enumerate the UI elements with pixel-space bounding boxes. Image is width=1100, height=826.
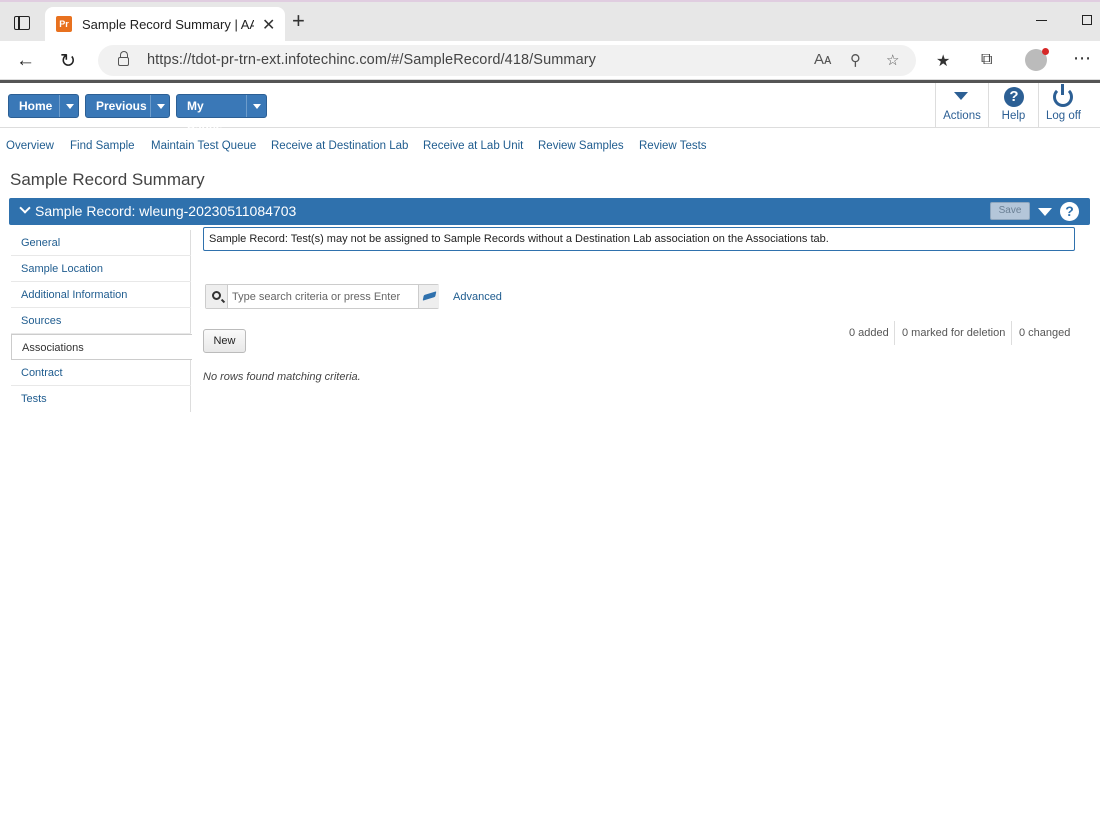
- added-count: 0 added: [849, 327, 889, 339]
- new-button[interactable]: New: [203, 329, 246, 353]
- tab-bar-top-strip: [0, 0, 1100, 2]
- count-divider: [1011, 321, 1012, 345]
- actions-caret-icon: [954, 92, 968, 100]
- menu-link-receive-destination-lab[interactable]: Receive at Destination Lab: [271, 140, 408, 152]
- home-button[interactable]: Home: [8, 94, 79, 118]
- count-divider: [894, 321, 895, 345]
- panel-actions-dropdown-icon[interactable]: [1038, 208, 1052, 216]
- save-button[interactable]: Save: [990, 202, 1030, 220]
- app-header: Home Previous My Pages Actions ? Help Lo…: [0, 83, 1100, 135]
- changed-count: 0 changed: [1019, 327, 1071, 339]
- advanced-search-link[interactable]: Advanced: [453, 291, 502, 303]
- sidenav-item-tests[interactable]: Tests: [11, 386, 191, 412]
- new-tab-icon[interactable]: +: [292, 10, 305, 32]
- sidenav-item-associations[interactable]: Associations: [11, 334, 192, 360]
- url-field[interactable]: https://tdot-pr-trn-ext.infotechinc.com/…: [98, 45, 916, 76]
- menu-link-review-samples[interactable]: Review Samples: [538, 140, 624, 152]
- lock-icon[interactable]: [118, 51, 129, 66]
- collections-icon[interactable]: ⧉: [981, 51, 992, 69]
- browser-tab-bar: Pr Sample Record Summary | AASH ✕ +: [0, 0, 1100, 41]
- site-favicon-icon: Pr: [56, 16, 72, 32]
- browser-tab-active[interactable]: Pr Sample Record Summary | AASH ✕: [45, 7, 285, 41]
- deleted-count: 0 marked for deletion: [902, 327, 1006, 339]
- browser-address-bar: ← ↻ https://tdot-pr-trn-ext.infotechinc.…: [0, 41, 1100, 80]
- chevron-down-icon[interactable]: [19, 202, 31, 214]
- panel-help-icon[interactable]: ?: [1060, 202, 1079, 221]
- sidenav-item-sources[interactable]: Sources: [11, 308, 191, 334]
- close-tab-icon[interactable]: ✕: [262, 15, 275, 35]
- my-pages-button-label: My Pages: [177, 95, 247, 135]
- back-arrow-icon[interactable]: ←: [16, 50, 35, 72]
- menu-link-review-tests[interactable]: Review Tests: [639, 140, 707, 152]
- empty-grid-message: No rows found matching criteria.: [203, 371, 361, 383]
- sidenav-item-additional-information[interactable]: Additional Information: [11, 282, 191, 308]
- clear-search-eraser-icon[interactable]: [418, 285, 439, 308]
- more-menu-icon[interactable]: ⋯: [1073, 48, 1091, 69]
- log-off-label: Log off: [1046, 110, 1081, 122]
- actions-label: Actions: [943, 110, 981, 122]
- read-aloud-icon[interactable]: Aᴀ: [814, 51, 831, 68]
- search-input[interactable]: [229, 285, 418, 308]
- previous-dropdown-icon[interactable]: [151, 95, 169, 117]
- add-favorite-icon[interactable]: ☆: [886, 51, 899, 69]
- log-off-button[interactable]: Log off: [1038, 83, 1088, 128]
- panel-title: Sample Record: wleung-20230511084703: [35, 203, 297, 219]
- home-button-label: Home: [9, 95, 60, 117]
- help-button[interactable]: ? Help: [988, 83, 1038, 128]
- sidenav-item-general[interactable]: General: [11, 230, 191, 256]
- zoom-out-icon[interactable]: ⚲: [850, 51, 861, 69]
- url-text: https://tdot-pr-trn-ext.infotechinc.com/…: [147, 52, 597, 68]
- previous-button-label: Previous: [86, 95, 151, 117]
- previous-button[interactable]: Previous: [85, 94, 170, 118]
- help-icon: ?: [1004, 87, 1024, 107]
- search-box: [205, 284, 439, 309]
- profile-avatar[interactable]: [1025, 48, 1049, 71]
- my-pages-dropdown-icon[interactable]: [247, 95, 266, 117]
- help-label: Help: [1001, 110, 1026, 122]
- search-icon[interactable]: [206, 285, 228, 308]
- window-maximize-icon[interactable]: [1082, 15, 1092, 25]
- sidenav-item-sample-location[interactable]: Sample Location: [11, 256, 191, 282]
- power-icon: [1053, 84, 1073, 107]
- page-title: Sample Record Summary: [10, 170, 205, 189]
- home-dropdown-icon[interactable]: [60, 95, 78, 117]
- sidenav-item-contract[interactable]: Contract: [11, 360, 191, 386]
- my-pages-button[interactable]: My Pages: [176, 94, 267, 135]
- favorites-icon[interactable]: ★: [936, 51, 950, 71]
- menu-link-overview[interactable]: Overview: [6, 140, 54, 152]
- menu-link-maintain-test-queue[interactable]: Maintain Test Queue: [151, 140, 256, 152]
- validation-alert: Sample Record: Test(s) may not be assign…: [203, 227, 1075, 251]
- actions-button[interactable]: Actions: [935, 83, 988, 128]
- menu-link-find-sample[interactable]: Find Sample: [70, 140, 135, 152]
- window-minimize-icon[interactable]: [1036, 20, 1047, 22]
- tab-title: Sample Record Summary | AASH: [82, 17, 254, 32]
- tab-actions-icon[interactable]: [14, 16, 30, 30]
- refresh-icon[interactable]: ↻: [60, 50, 76, 73]
- panel-side-nav: General Sample Location Additional Infor…: [11, 230, 192, 412]
- menu-link-receive-lab-unit[interactable]: Receive at Lab Unit: [423, 140, 523, 152]
- panel-header[interactable]: Sample Record: wleung-20230511084703 Sav…: [9, 198, 1090, 225]
